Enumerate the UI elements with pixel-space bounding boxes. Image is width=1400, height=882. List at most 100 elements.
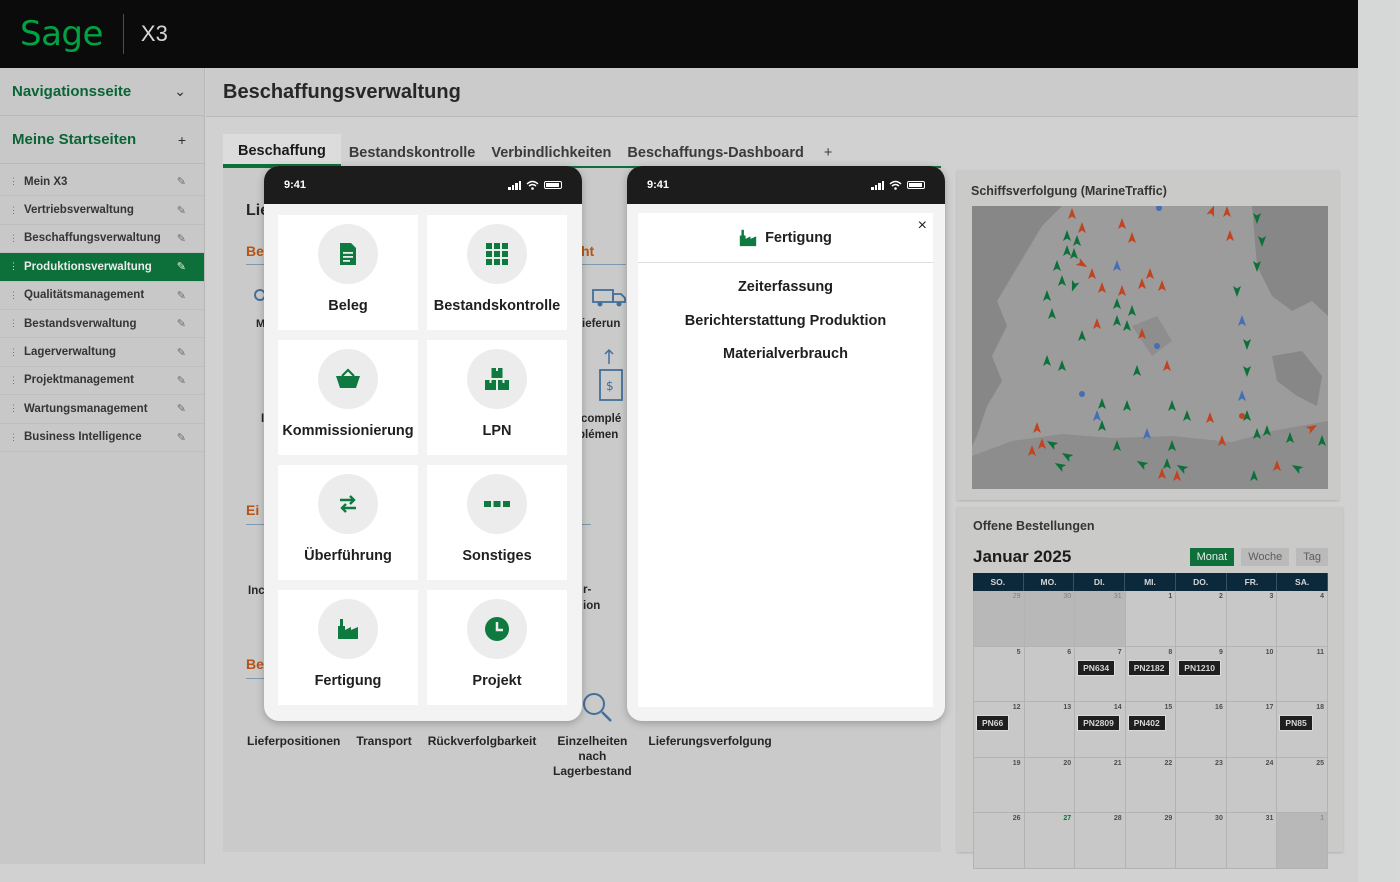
- vessel-dot[interactable]: [1239, 413, 1245, 419]
- tab-verbindlichkeiten[interactable]: Verbindlichkeiten: [483, 145, 619, 166]
- calendar-day-cell[interactable]: 8 PN2182: [1125, 646, 1177, 702]
- ship-marker[interactable]: [1123, 320, 1131, 331]
- edit-icon[interactable]: ✎: [177, 431, 186, 444]
- sidebar-item[interactable]: ⋮ Business Intelligence ✎: [0, 424, 204, 452]
- ship-marker[interactable]: [1118, 285, 1126, 296]
- calendar-day-cell[interactable]: 18 PN85: [1277, 702, 1328, 758]
- add-tab-button[interactable]: +: [812, 145, 840, 166]
- calendar-day-cell[interactable]: 1: [1125, 591, 1177, 647]
- ship-marker[interactable]: [1068, 279, 1080, 293]
- calendar-day-cell[interactable]: 2: [1176, 591, 1227, 647]
- ship-marker[interactable]: [1098, 282, 1106, 293]
- ship-marker[interactable]: [1063, 245, 1071, 256]
- edit-icon[interactable]: ✎: [177, 232, 186, 245]
- calendar-day-cell[interactable]: 22: [1125, 757, 1177, 813]
- drag-handle-icon[interactable]: ⋮: [9, 233, 18, 244]
- submenu-item-materialverbrauch[interactable]: Materialverbrauch: [638, 344, 933, 378]
- shortcut-einzelheiten[interactable]: Einzelheiten nach Lagerbestand: [552, 734, 632, 779]
- calendar-day-cell[interactable]: 30: [1176, 813, 1227, 869]
- tile-ueberfuehrung[interactable]: Überführung: [278, 465, 418, 580]
- drag-handle-icon[interactable]: ⋮: [9, 205, 18, 216]
- chevron-down-icon[interactable]: ⌄: [174, 83, 186, 100]
- drag-handle-icon[interactable]: ⋮: [9, 318, 18, 329]
- ship-marker[interactable]: [1243, 339, 1251, 350]
- view-day-button[interactable]: Tag: [1296, 548, 1328, 566]
- sidebar-item[interactable]: ⋮ Mein X3 ✎: [0, 168, 204, 197]
- calendar-day-cell[interactable]: 10: [1226, 646, 1278, 702]
- ship-marker[interactable]: [1078, 222, 1086, 233]
- calendar-day-cell[interactable]: 29: [1125, 813, 1177, 869]
- edit-icon[interactable]: ✎: [177, 317, 186, 330]
- order-chip[interactable]: PN85: [1279, 715, 1313, 731]
- map-canvas[interactable]: [972, 206, 1328, 489]
- tile-bestandskontrolle[interactable]: Bestandskontrolle: [427, 215, 567, 330]
- ship-marker[interactable]: [1118, 218, 1126, 229]
- edit-icon[interactable]: ✎: [177, 260, 186, 273]
- ship-marker[interactable]: [1058, 360, 1066, 371]
- shortcut-transport[interactable]: Transport: [356, 734, 411, 779]
- close-icon[interactable]: ×: [918, 217, 927, 235]
- sidebar-item[interactable]: ⋮ Qualitätsmanagement ✎: [0, 282, 204, 310]
- calendar-day-cell[interactable]: 11: [1277, 646, 1328, 702]
- calendar-day-cell[interactable]: 7 PN634: [1075, 646, 1126, 702]
- home-section-header[interactable]: Meine Startseiten +: [0, 116, 204, 164]
- tab-bestandskontrolle[interactable]: Bestandskontrolle: [341, 145, 484, 166]
- vessel-dot[interactable]: [1154, 343, 1160, 349]
- edit-icon[interactable]: ✎: [177, 175, 186, 188]
- ship-marker[interactable]: [1068, 208, 1076, 219]
- calendar-day-cell[interactable]: 24: [1226, 757, 1278, 813]
- ship-marker[interactable]: [1133, 365, 1141, 376]
- calendar-day-cell[interactable]: 19: [974, 757, 1025, 813]
- tile-projekt[interactable]: Projekt: [427, 590, 567, 705]
- ship-marker[interactable]: [1093, 318, 1101, 329]
- order-chip[interactable]: PN2182: [1127, 659, 1171, 676]
- tile-lpn[interactable]: LPN: [427, 340, 567, 455]
- tab-beschaffungs-dashboard[interactable]: Beschaffungs-Dashboard: [619, 145, 811, 166]
- ship-marker[interactable]: [1138, 278, 1146, 289]
- ship-marker[interactable]: [1243, 366, 1251, 377]
- drag-handle-icon[interactable]: ⋮: [9, 290, 18, 301]
- drag-handle-icon[interactable]: ⋮: [9, 432, 18, 443]
- view-month-button[interactable]: Monat: [1189, 548, 1235, 566]
- shortcut-lieferungsverfolgung[interactable]: Lieferungsverfolgung: [648, 734, 771, 779]
- calendar-day-cell[interactable]: 1: [1277, 813, 1328, 869]
- calendar-day-cell[interactable]: 16: [1176, 702, 1227, 758]
- order-chip[interactable]: PN402: [1127, 715, 1166, 731]
- ship-marker[interactable]: [1093, 410, 1101, 421]
- edit-icon[interactable]: ✎: [177, 374, 186, 387]
- ship-marker[interactable]: [1063, 230, 1071, 241]
- vessel-dot[interactable]: [1156, 206, 1162, 211]
- sidebar-item[interactable]: ⋮ Wartungsmanagement ✎: [0, 395, 204, 424]
- calendar-day-cell[interactable]: 31: [1075, 591, 1126, 647]
- edit-icon[interactable]: ✎: [177, 346, 186, 359]
- ship-marker[interactable]: [1088, 268, 1096, 279]
- calendar-day-cell[interactable]: 4: [1277, 591, 1328, 647]
- ship-marker[interactable]: [1206, 412, 1214, 423]
- vessel-dot[interactable]: [1079, 391, 1085, 397]
- calendar-day-cell[interactable]: 31: [1226, 813, 1278, 869]
- ship-marker[interactable]: [1098, 420, 1106, 431]
- drag-handle-icon[interactable]: ⋮: [9, 261, 18, 272]
- ship-marker[interactable]: [1043, 290, 1051, 301]
- calendar-day-cell[interactable]: 25: [1277, 757, 1328, 813]
- drag-handle-icon[interactable]: ⋮: [9, 347, 18, 358]
- shortcut-rueckverfolgbarkeit[interactable]: Rückverfolgbarkeit: [428, 734, 537, 779]
- sidebar-item[interactable]: ⋮ Lagerverwaltung ✎: [0, 338, 204, 367]
- edit-icon[interactable]: ✎: [177, 402, 186, 415]
- calendar-day-cell[interactable]: 30: [1024, 591, 1076, 647]
- drag-handle-icon[interactable]: ⋮: [9, 176, 18, 187]
- ship-marker[interactable]: [1075, 258, 1090, 270]
- tile-fertigung[interactable]: Fertigung: [278, 590, 418, 705]
- calendar-day-cell[interactable]: 14 PN2809: [1075, 702, 1126, 758]
- ship-marker[interactable]: [1113, 260, 1121, 271]
- ship-marker[interactable]: [1128, 305, 1136, 316]
- ship-map[interactable]: [972, 206, 1328, 489]
- calendar-day-cell[interactable]: 28: [1075, 813, 1126, 869]
- calendar-day-cell[interactable]: 23: [1176, 757, 1227, 813]
- order-chip[interactable]: PN66: [976, 715, 1010, 731]
- ship-marker[interactable]: [1078, 330, 1086, 341]
- calendar-day-cell[interactable]: 15 PN402: [1125, 702, 1177, 758]
- order-chip[interactable]: PN1210: [1178, 659, 1221, 676]
- calendar-day-cell[interactable]: 5: [974, 646, 1025, 702]
- calendar-day-cell[interactable]: 12 PN66: [974, 702, 1025, 758]
